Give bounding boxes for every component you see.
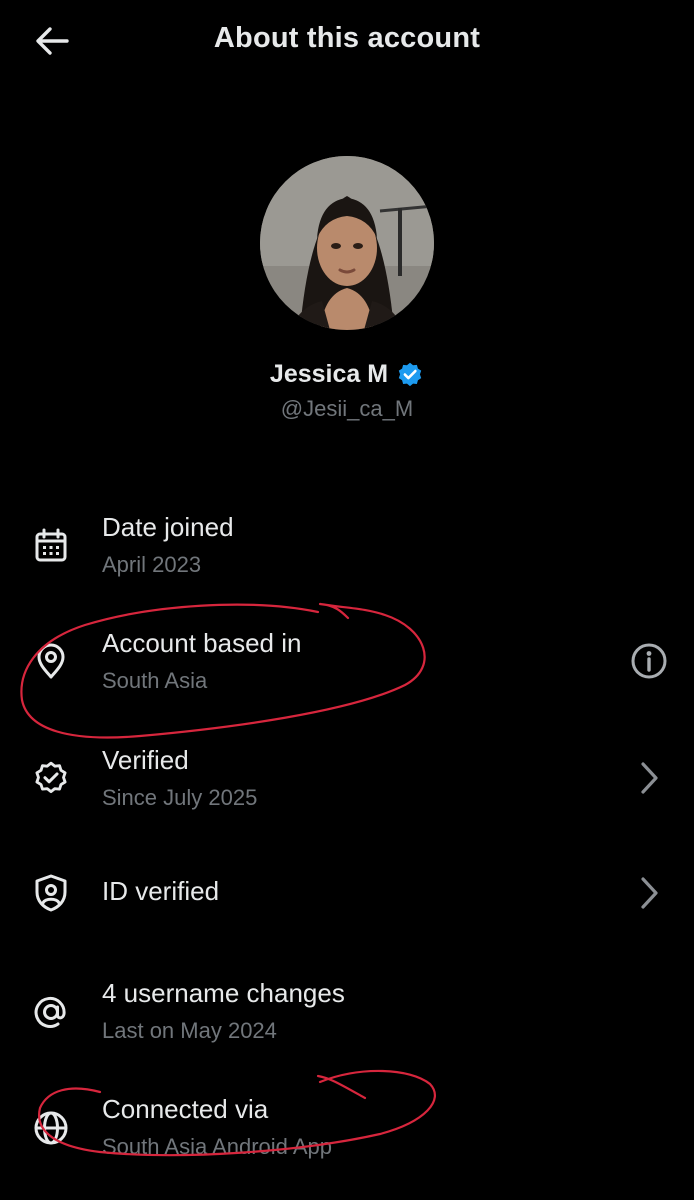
row-subtitle: South Asia — [102, 668, 208, 693]
connected-via-row: Connected via South Asia Android App — [0, 1088, 694, 1178]
account-based-in-row: Account based in South Asia — [0, 622, 694, 712]
row-title: Date joined — [102, 512, 234, 542]
avatar[interactable] — [260, 156, 434, 330]
row-title: ID verified — [102, 876, 220, 906]
date-joined-row: Date joined April 2023 — [0, 506, 694, 596]
page-title: About this account — [213, 22, 481, 54]
username-handle: @Jesii_ca_M — [280, 396, 414, 421]
id-verified-row[interactable]: ID verified — [0, 856, 694, 946]
verified-row[interactable]: Verified Since July 2025 — [0, 739, 694, 829]
top-bar: About this account — [0, 0, 694, 84]
display-name: Jessica M — [269, 360, 389, 388]
username-changes-row: 4 username changes Last on May 2024 — [0, 972, 694, 1062]
row-subtitle: April 2023 — [102, 552, 202, 577]
verified-seal-icon — [35, 761, 67, 794]
row-title: Verified — [102, 745, 189, 775]
verified-badge-icon — [398, 362, 422, 386]
calendar-icon — [35, 528, 67, 562]
globe-icon — [34, 1111, 68, 1145]
row-title: 4 username changes — [102, 978, 345, 1008]
location-pin-icon — [37, 643, 65, 679]
info-button[interactable] — [628, 640, 670, 682]
display-name-row: Jessica M — [0, 360, 694, 389]
row-title: Account based in — [102, 628, 302, 658]
row-title: Connected via — [102, 1094, 269, 1124]
row-subtitle: South Asia Android App — [102, 1134, 332, 1159]
row-subtitle: Last on May 2024 — [102, 1018, 277, 1043]
info-icon — [631, 643, 667, 679]
at-sign-icon — [34, 996, 66, 1028]
shield-person-icon — [35, 874, 67, 912]
chevron-right-icon — [641, 877, 658, 909]
chevron-right-icon — [641, 762, 658, 794]
row-subtitle: Since July 2025 — [102, 785, 258, 810]
